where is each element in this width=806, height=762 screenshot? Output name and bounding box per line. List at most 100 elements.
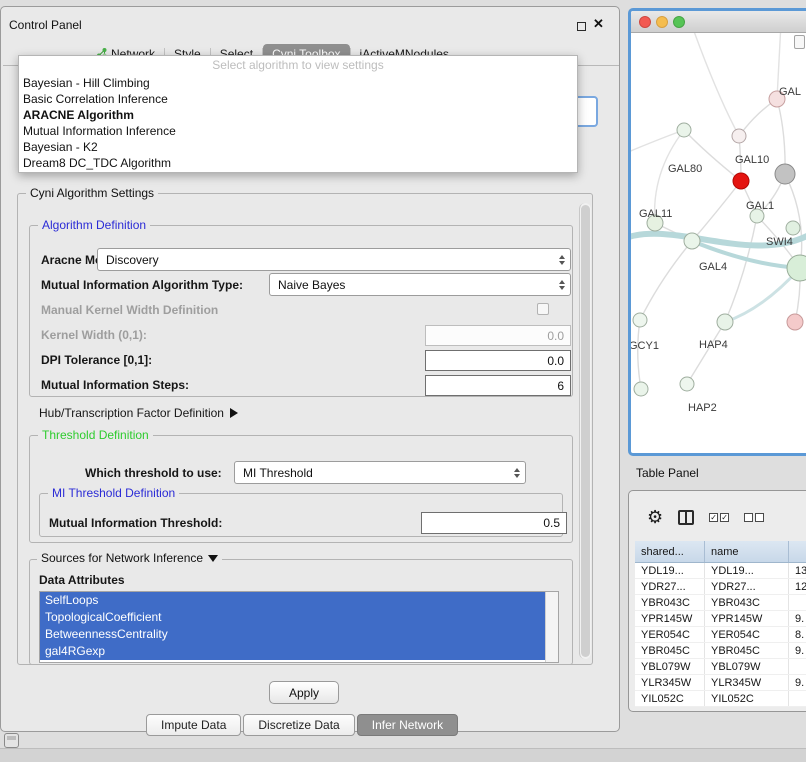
column-header[interactable] xyxy=(789,541,806,562)
minimize-traffic-light-icon[interactable] xyxy=(656,16,668,28)
network-node-label: GAL80 xyxy=(668,163,702,175)
hub-definition-expander[interactable]: Hub/Transcription Factor Definition xyxy=(39,406,238,420)
column-header[interactable]: shared... xyxy=(635,541,705,562)
scrollbar-thumb[interactable] xyxy=(581,205,590,657)
algorithm-option-bayesian-hill-climbing[interactable]: Bayesian - Hill Climbing xyxy=(19,75,577,91)
close-traffic-light-icon[interactable] xyxy=(639,16,651,28)
bottom-tab-discretize-data[interactable]: Discretize Data xyxy=(243,714,354,736)
settings-scrollbar[interactable] xyxy=(579,203,591,659)
data-attributes-list[interactable]: SelfLoopsTopologicalCoefficientBetweenne… xyxy=(39,591,559,663)
network-node-label: GAL11 xyxy=(639,208,672,220)
sources-title-label: Sources for Network Inference xyxy=(41,551,203,565)
table-toolbar: ⚙ ✓✓ xyxy=(629,499,806,535)
table-cell xyxy=(789,595,806,610)
table-row[interactable]: YBR045CYBR045C9. xyxy=(635,643,806,659)
network-node[interactable] xyxy=(787,314,803,330)
network-window-titlebar[interactable] xyxy=(631,11,806,33)
collapsed-panel-icon[interactable] xyxy=(4,733,19,748)
table-cell: YBR045C xyxy=(635,643,705,658)
select-all-checkboxes-icon[interactable]: ✓✓ xyxy=(709,513,729,522)
table-row[interactable]: YPR145WYPR145W9. xyxy=(635,611,806,627)
algorithm-option-mutual-information-inference[interactable]: Mutual Information Inference xyxy=(19,123,577,139)
network-node-label: HAP4 xyxy=(699,339,728,351)
table-row[interactable]: YDL19...YDL19...13 xyxy=(635,563,806,579)
table-cell: YDR27... xyxy=(705,579,789,594)
manual-kernel-checkbox[interactable] xyxy=(537,303,549,315)
mi-type-label: Mutual Information Algorithm Type: xyxy=(41,278,243,292)
aracne-mode-select[interactable]: Discovery xyxy=(97,248,571,271)
zoom-traffic-light-icon[interactable] xyxy=(673,16,685,28)
table-cell: 9. xyxy=(789,643,806,658)
network-node[interactable] xyxy=(786,221,800,235)
network-node[interactable] xyxy=(633,313,647,327)
close-icon[interactable]: ✕ xyxy=(593,16,604,32)
kernel-width-field[interactable]: 0.0 xyxy=(425,325,571,346)
mi-steps-label: Mutual Information Steps: xyxy=(41,378,189,392)
table-cell: YBR045C xyxy=(705,643,789,658)
network-node[interactable] xyxy=(684,233,700,249)
network-scrollbar-button[interactable] xyxy=(794,35,805,49)
columns-icon[interactable] xyxy=(678,510,694,525)
table-cell: YLR345W xyxy=(635,675,705,690)
hub-definition-label: Hub/Transcription Factor Definition xyxy=(39,406,224,420)
table-row[interactable]: YBR043CYBR043C xyxy=(635,595,806,611)
bottom-tab-infer-network[interactable]: Infer Network xyxy=(357,714,458,736)
table-row[interactable]: YBL079WYBL079W xyxy=(635,659,806,675)
float-window-icon[interactable] xyxy=(577,22,586,31)
table-row[interactable]: YDR27...YDR27...12 xyxy=(635,579,806,595)
column-header[interactable]: name xyxy=(705,541,789,562)
network-node[interactable] xyxy=(717,314,733,330)
deselect-all-checkboxes-icon[interactable] xyxy=(744,513,764,522)
network-node-label: GAL10 xyxy=(735,154,769,166)
which-threshold-select[interactable]: MI Threshold xyxy=(234,461,526,484)
table-cell xyxy=(789,659,806,674)
table-cell: 8. xyxy=(789,627,806,642)
table-row[interactable]: YLR345WYLR345W9. xyxy=(635,675,806,691)
network-node[interactable] xyxy=(775,164,795,184)
network-canvas[interactable]: GALGAL80GAL10GAL11GAL1SWI4GAL4GCY1HAP4HA… xyxy=(631,33,806,452)
attribute-item-betweennesscentrality[interactable]: BetweennessCentrality xyxy=(40,626,545,643)
attribute-item-topologicalcoefficient[interactable]: TopologicalCoefficient xyxy=(40,609,545,626)
list-scrollbar[interactable] xyxy=(545,592,558,662)
network-node-label: HAP2 xyxy=(688,402,717,414)
table-cell: 13 xyxy=(789,563,806,578)
table-row[interactable]: YER054CYER054C8. xyxy=(635,627,806,643)
mi-threshold-group-title: MI Threshold Definition xyxy=(48,486,179,500)
mi-threshold-field[interactable]: 0.5 xyxy=(421,512,567,534)
network-node[interactable] xyxy=(634,382,648,396)
which-threshold-value: MI Threshold xyxy=(243,466,313,480)
table-cell: 9. xyxy=(789,675,806,690)
network-edge xyxy=(725,216,757,322)
table-cell: YPR145W xyxy=(705,611,789,626)
network-edge xyxy=(777,99,785,174)
table-row[interactable]: YIL052CYIL052C xyxy=(635,691,806,707)
network-node-label: SWI4 xyxy=(766,236,793,248)
network-node[interactable] xyxy=(677,123,691,137)
attribute-item-gal4rgexp[interactable]: gal4RGexp xyxy=(40,643,545,660)
attribute-item-selfloops[interactable]: SelfLoops xyxy=(40,592,545,609)
mi-steps-field[interactable]: 6 xyxy=(425,375,571,396)
dpi-tolerance-field[interactable]: 0.0 xyxy=(425,350,571,371)
apply-button[interactable]: Apply xyxy=(269,681,339,704)
kernel-width-label: Kernel Width (0,1): xyxy=(41,328,147,342)
sources-group-title[interactable]: Sources for Network Inference xyxy=(37,551,222,565)
table-panel-title: Table Panel xyxy=(636,466,699,480)
algorithm-option-bayesian-k2[interactable]: Bayesian - K2 xyxy=(19,139,577,155)
network-node[interactable] xyxy=(732,129,746,143)
status-bar xyxy=(0,748,806,762)
algorithm-option-aracne-algorithm[interactable]: ARACNE Algorithm xyxy=(19,107,577,123)
data-attributes-label: Data Attributes xyxy=(39,573,125,587)
network-node[interactable] xyxy=(680,377,694,391)
mi-type-select[interactable]: Naive Bayes xyxy=(269,273,571,296)
gear-icon[interactable]: ⚙ xyxy=(647,508,663,526)
table-cell: YIL052C xyxy=(635,691,705,706)
network-graph: GALGAL80GAL10GAL11GAL1SWI4GAL4GCY1HAP4HA… xyxy=(631,33,806,452)
network-node-label: GAL xyxy=(779,86,801,98)
table-cell: 9. xyxy=(789,611,806,626)
algorithm-option-basic-correlation-inference[interactable]: Basic Correlation Inference xyxy=(19,91,577,107)
network-node[interactable] xyxy=(733,173,749,189)
mi-threshold-value: 0.5 xyxy=(543,516,560,530)
bottom-tab-impute-data[interactable]: Impute Data xyxy=(146,714,241,736)
network-edge xyxy=(692,181,741,241)
algorithm-option-dream8-dc-tdc-algorithm[interactable]: Dream8 DC_TDC Algorithm xyxy=(19,155,577,171)
